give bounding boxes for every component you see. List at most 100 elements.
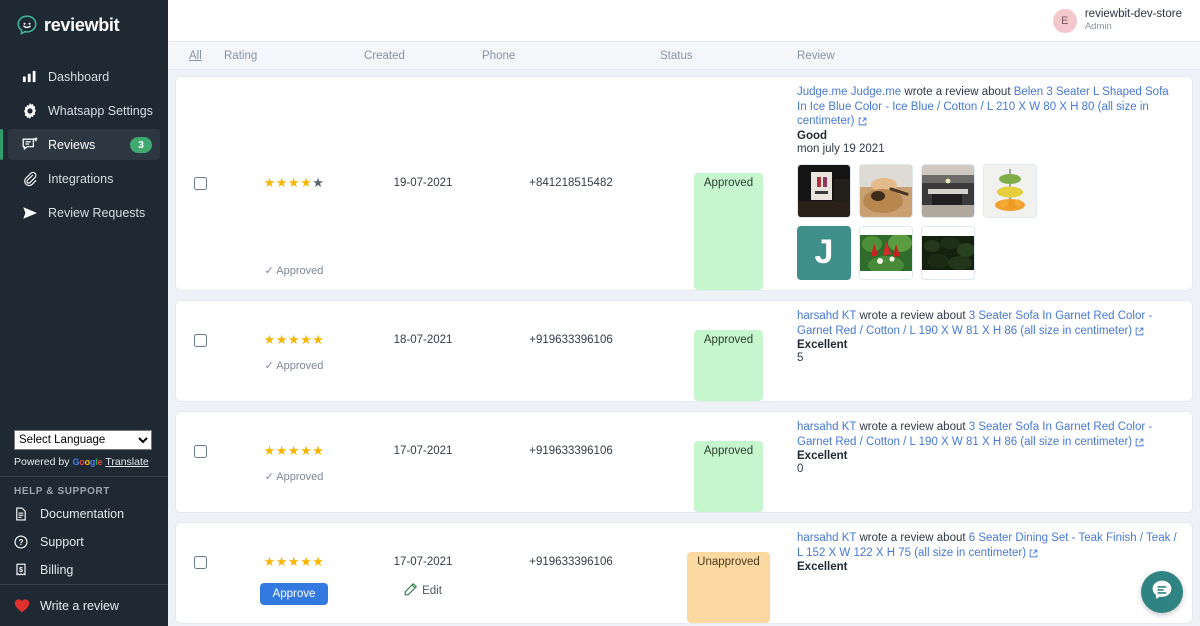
phone-number: +919633396106 (529, 334, 612, 401)
review-title: Excellent (797, 339, 1178, 351)
row-checkbox-cell (176, 301, 224, 401)
review-cell: harsahd KT wrote a review about 3 Seater… (797, 412, 1192, 512)
column-header-status: Status (660, 50, 797, 62)
red-flowers-photo[interactable] (859, 226, 913, 280)
row-checkbox-cell (176, 77, 224, 290)
sidebar-item-review-requests[interactable]: Review Requests (8, 197, 160, 228)
cooking-hands-photo[interactable] (859, 164, 913, 218)
sidebar-item-dashboard[interactable]: Dashboard (8, 61, 160, 92)
row-checkbox[interactable] (194, 177, 207, 190)
column-header-created: Created (364, 50, 482, 62)
table-row: ★★★★★ Approve 17-07-2021 Edit +919633396106 U… (176, 523, 1192, 623)
table-row: ★★★★★✓ Approved18-07-2021+919633396106Ap… (176, 301, 1192, 401)
wrote-text: wrote a review about (856, 532, 969, 544)
sidebar-item-support[interactable]: ? Support (0, 528, 168, 556)
star-rating: ★★★★★ (264, 444, 325, 458)
rating-cell: ★★★★★ ✓ Approved (224, 301, 364, 401)
dark-foliage-photo[interactable] (921, 226, 975, 280)
external-link-icon[interactable] (1135, 437, 1144, 447)
fruit-stand-photo[interactable] (983, 164, 1037, 218)
phone-cell: +919633396106 (482, 412, 660, 512)
row-checkbox[interactable] (194, 445, 207, 458)
gear-icon (22, 103, 40, 119)
review-headline: harsahd KT wrote a review about 3 Seater… (797, 420, 1178, 449)
approved-note: ✓ Approved (265, 264, 324, 277)
external-link-icon[interactable] (1135, 326, 1144, 336)
row-checkbox[interactable] (194, 334, 207, 347)
column-header-phone: Phone (482, 50, 660, 62)
rating-cell: ★★★★★✓ Approved (224, 77, 364, 290)
phone-number: +841218515482 (529, 177, 612, 290)
external-link-icon[interactable] (1029, 548, 1038, 558)
status-badge: Approved (694, 173, 763, 290)
paperclip-icon (22, 171, 40, 187)
review-headline: harsahd KT wrote a review about 6 Seater… (797, 531, 1178, 560)
status-cell: Approved (660, 77, 797, 290)
dark-kitchen-photo[interactable] (921, 164, 975, 218)
review-author-link[interactable]: harsahd KT (797, 532, 856, 544)
column-header-all[interactable]: All (176, 50, 224, 62)
table-header-row: All Rating Created Phone Status Review (168, 42, 1200, 70)
sidebar-bottom: Select Language Powered by Google Transl… (0, 430, 168, 626)
powered-by-label: Powered by (14, 456, 69, 468)
status-cell: Approved (660, 412, 797, 512)
store-name: reviewbit-dev-store (1085, 8, 1182, 21)
translate-link[interactable]: Translate (105, 456, 148, 468)
row-checkbox-cell (176, 523, 224, 623)
heart-icon (14, 598, 32, 613)
edit-button[interactable]: Edit (404, 582, 442, 599)
svg-text:?: ? (19, 538, 24, 547)
created-date: 17-07-2021 (394, 556, 453, 568)
google-logo: Google (72, 457, 102, 467)
review-author-link[interactable]: harsahd KT (797, 421, 856, 433)
user-menu[interactable]: E reviewbit-dev-store Admin (1053, 8, 1182, 33)
approved-note: ✓ Approved (265, 359, 324, 372)
status-cell: Unapproved (660, 523, 797, 623)
review-body: 5 (797, 352, 1178, 364)
sidebar: reviewbit Dashboard (0, 0, 168, 626)
chat-widget-button[interactable] (1141, 571, 1183, 613)
sidebar-item-reviews[interactable]: Reviews 3 (8, 129, 160, 160)
wrote-text: wrote a review about (856, 310, 969, 322)
toilet-sign-photo[interactable] (797, 164, 851, 218)
write-a-review-label: Write a review (40, 599, 119, 613)
write-a-review-button[interactable]: Write a review (0, 584, 168, 626)
row-checkbox[interactable] (194, 556, 207, 569)
question-circle-icon: ? (14, 535, 32, 549)
review-author-link[interactable]: harsahd KT (797, 310, 856, 322)
select-language-dropdown[interactable]: Select Language (14, 430, 152, 450)
external-link-icon[interactable] (858, 116, 867, 126)
sidebar-item-label: Integrations (48, 172, 113, 186)
reviews-count-badge: 3 (130, 137, 152, 153)
phone-number: +919633396106 (529, 556, 612, 623)
rating-cell: ★★★★★✓ Approved (224, 412, 364, 512)
chat-bubble-logo-icon (16, 14, 38, 36)
status-badge: Approved (694, 441, 763, 512)
select-all-link[interactable]: All (189, 50, 202, 62)
help-item-label: Support (40, 535, 84, 549)
sidebar-item-documentation[interactable]: Documentation (0, 500, 168, 528)
document-icon (14, 507, 32, 521)
created-date: 18-07-2021 (394, 334, 453, 346)
sidebar-item-label: Reviews (48, 138, 95, 152)
language-selector-wrap: Select Language (0, 430, 168, 454)
review-title: Excellent (797, 450, 1178, 462)
table-row: ★★★★★✓ Approved17-07-2021+919633396106Ap… (176, 412, 1192, 512)
help-support-heading: HELP & SUPPORT (0, 477, 168, 500)
judge-me-avatar[interactable]: J (797, 226, 851, 280)
review-author-link[interactable]: Judge.me Judge.me (797, 86, 901, 98)
review-body: mon july 19 2021 (797, 143, 1178, 155)
review-cell: Judge.me Judge.me wrote a review about B… (797, 77, 1192, 290)
wrote-text: wrote a review about (901, 86, 1014, 98)
review-thumbnails: J (797, 164, 1067, 280)
approve-button[interactable]: Approve (260, 583, 329, 605)
sidebar-item-billing[interactable]: $ Billing (0, 556, 168, 584)
sidebar-item-integrations[interactable]: Integrations (8, 163, 160, 194)
star-rating: ★★★★★ (264, 555, 325, 569)
brand[interactable]: reviewbit (0, 0, 168, 50)
avatar: E (1053, 9, 1077, 33)
powered-by-google-translate: Powered by Google Translate (0, 454, 168, 468)
created-cell: 18-07-2021 (364, 301, 482, 401)
star-rating: ★★★★★ (264, 333, 325, 347)
sidebar-item-whatsapp-settings[interactable]: Whatsapp Settings (8, 95, 160, 126)
